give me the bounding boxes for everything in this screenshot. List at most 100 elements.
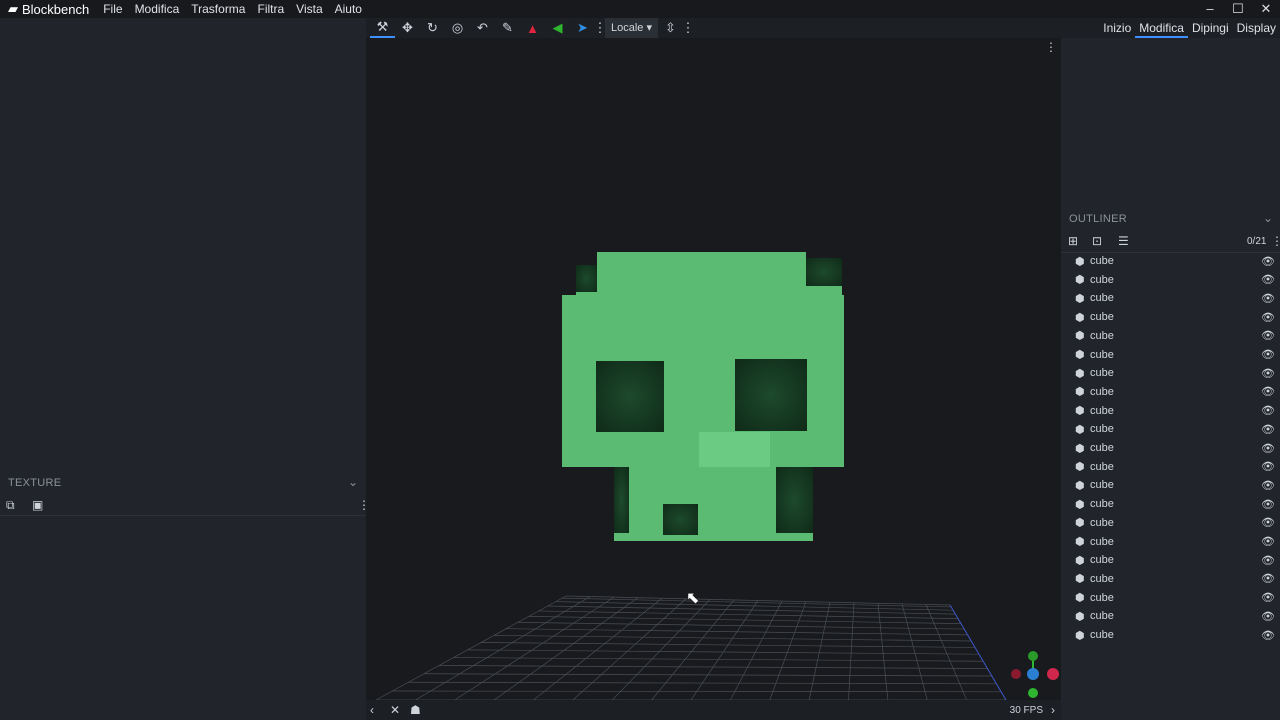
visibility-eye-icon[interactable]: 👁 [1261, 311, 1275, 324]
visibility-eye-icon[interactable]: 👁 [1261, 535, 1275, 548]
visibility-eye-icon[interactable]: 👁 [1261, 423, 1275, 436]
outliner-item-label: cube [1090, 404, 1114, 417]
visibility-eye-icon[interactable]: 👁 [1261, 255, 1275, 268]
vertex-snap-tool-icon[interactable]: ⚒ [370, 18, 395, 38]
transform-space-value: Locale [611, 22, 644, 34]
visibility-eye-icon[interactable]: 👁 [1261, 591, 1275, 604]
outliner-item[interactable]: ⬢ cube 👁 [1075, 458, 1275, 476]
pivot-tool-icon[interactable]: ◎ [445, 18, 470, 38]
menu-vista[interactable]: Vista [290, 2, 328, 16]
outliner-item[interactable]: ⬢ cube 👁 [1075, 402, 1275, 420]
chevron-down-icon[interactable]: ⌄ [1263, 211, 1273, 225]
app-title: Blockbench [22, 1, 90, 17]
tab-inizio[interactable]: Inizio [1099, 18, 1135, 38]
import-texture-icon[interactable]: ⧉ [6, 498, 15, 513]
tab-dipingi[interactable]: Dipingi [1188, 18, 1233, 38]
mirror-z-icon[interactable]: ➤ [570, 18, 595, 38]
menu-file[interactable]: File [97, 2, 128, 16]
outliner-item-label: cube [1090, 572, 1114, 585]
axis-gizmo[interactable] [1006, 648, 1061, 700]
minimize-button[interactable]: – [1196, 0, 1224, 18]
visibility-eye-icon[interactable]: 👁 [1261, 292, 1275, 305]
visibility-eye-icon[interactable]: 👁 [1261, 404, 1275, 417]
edit-tool-icon[interactable]: ✎ [495, 18, 520, 38]
outliner-item[interactable]: ⬢ cube 👁 [1075, 495, 1275, 513]
outliner-item-label: cube [1090, 610, 1114, 623]
more-icon[interactable]: ⋮ [594, 18, 607, 38]
outliner-item[interactable]: ⬢ cube 👁 [1075, 514, 1275, 532]
visibility-eye-icon[interactable]: 👁 [1261, 572, 1275, 585]
visibility-eye-icon[interactable]: 👁 [1261, 348, 1275, 361]
outliner-item[interactable]: ⬢ cube 👁 [1075, 327, 1275, 345]
more-icon[interactable]: ⋮ [682, 18, 695, 38]
texture-panel-title: TEXTURE [8, 477, 62, 489]
more-icon[interactable]: ⋮ [1271, 234, 1280, 248]
tab-display[interactable]: Display [1233, 18, 1280, 38]
resize-tool-icon[interactable]: ↶ [470, 18, 495, 38]
outliner-item[interactable]: ⬢ cube 👁 [1075, 476, 1275, 494]
outliner-item[interactable]: ⬢ cube 👁 [1075, 308, 1275, 326]
visibility-eye-icon[interactable]: 👁 [1261, 329, 1275, 342]
visibility-eye-icon[interactable]: 👁 [1261, 385, 1275, 398]
chevron-left-icon[interactable]: ‹ [370, 703, 384, 717]
menu-modifica[interactable]: Modifica [129, 2, 186, 16]
cube-icon: ⬢ [1075, 423, 1085, 436]
visibility-eye-icon[interactable]: 👁 [1261, 479, 1275, 492]
cube-icon: ⬢ [1075, 629, 1085, 642]
tab-modifica[interactable]: Modifica [1135, 18, 1188, 38]
outliner-item[interactable]: ⬢ cube 👁 [1075, 346, 1275, 364]
outliner-item-label: cube [1090, 329, 1114, 342]
visibility-eye-icon[interactable]: 👁 [1261, 610, 1275, 623]
menu-aiuto[interactable]: Aiuto [329, 2, 368, 16]
transform-space-select[interactable]: Locale ▾ [605, 18, 658, 38]
visibility-eye-icon[interactable]: 👁 [1261, 367, 1275, 380]
mirror-y-icon[interactable]: ◀ [545, 18, 570, 38]
cube-icon: ⬢ [1075, 610, 1085, 623]
outliner-item[interactable]: ⬢ cube 👁 [1075, 289, 1275, 307]
outliner-item[interactable]: ⬢ cube 👁 [1075, 271, 1275, 289]
add-cube-icon[interactable]: ⊞ [1068, 234, 1078, 248]
mirror-x-icon[interactable]: ▲ [520, 18, 545, 38]
visibility-eye-icon[interactable]: 👁 [1261, 629, 1275, 642]
player-icon[interactable]: ☗ [410, 703, 421, 717]
visibility-eye-icon[interactable]: 👁 [1261, 554, 1275, 567]
outliner-item[interactable]: ⬢ cube 👁 [1075, 589, 1275, 607]
visibility-eye-icon[interactable]: 👁 [1261, 498, 1275, 511]
cube-icon: ⬢ [1075, 592, 1085, 605]
outliner-item[interactable]: ⬢ cube 👁 [1075, 551, 1275, 569]
outliner-item[interactable]: ⬢ cube 👁 [1075, 420, 1275, 438]
maximize-button[interactable]: ☐ [1224, 0, 1252, 18]
outliner-item[interactable]: ⬢ cube 👁 [1075, 364, 1275, 382]
outliner-item[interactable]: ⬢ cube 👁 [1075, 626, 1275, 644]
outliner-item-label: cube [1090, 460, 1114, 473]
cube-icon: ⬢ [1075, 386, 1085, 399]
cube-icon: ⬢ [1075, 461, 1085, 474]
add-group-icon[interactable]: ⊡ [1092, 234, 1102, 248]
rotate-tool-icon[interactable]: ↻ [420, 18, 445, 38]
close-button[interactable]: ✕ [1252, 0, 1280, 18]
outliner-item[interactable]: ⬢ cube 👁 [1075, 533, 1275, 551]
outliner-item[interactable]: ⬢ cube 👁 [1075, 252, 1275, 270]
visibility-eye-icon[interactable]: 👁 [1261, 442, 1275, 455]
3d-viewport[interactable]: ⋮ ⬉ [366, 38, 1061, 700]
outliner-item[interactable]: ⬢ cube 👁 [1075, 570, 1275, 588]
cube-icon: ⬢ [1075, 367, 1085, 380]
outliner-item[interactable]: ⬢ cube 👁 [1075, 439, 1275, 457]
move-tool-icon[interactable]: ✥ [395, 18, 420, 38]
toggle-icon[interactable]: ⇳ [658, 18, 683, 38]
outliner-item[interactable]: ⬢ cube 👁 [1075, 607, 1275, 625]
menu-trasforma[interactable]: Trasforma [185, 2, 251, 16]
viewport-status-bar: ‹ ✕ ☗ 30 FPS › [366, 700, 1061, 720]
cube-icon: ⬢ [1075, 442, 1085, 455]
chevron-right-icon[interactable]: › [1051, 703, 1055, 717]
visibility-eye-icon[interactable]: 👁 [1261, 516, 1275, 529]
visibility-eye-icon[interactable]: 👁 [1261, 273, 1275, 286]
cube-icon: ⬢ [1075, 498, 1085, 511]
close-icon[interactable]: ✕ [390, 703, 404, 717]
collapse-icon[interactable]: ☰ [1118, 234, 1129, 248]
menu-filtra[interactable]: Filtra [251, 2, 290, 16]
outliner-item[interactable]: ⬢ cube 👁 [1075, 383, 1275, 401]
visibility-eye-icon[interactable]: 👁 [1261, 460, 1275, 473]
chevron-down-icon[interactable]: ⌄ [348, 475, 358, 489]
create-texture-icon[interactable]: ▣ [32, 498, 43, 512]
